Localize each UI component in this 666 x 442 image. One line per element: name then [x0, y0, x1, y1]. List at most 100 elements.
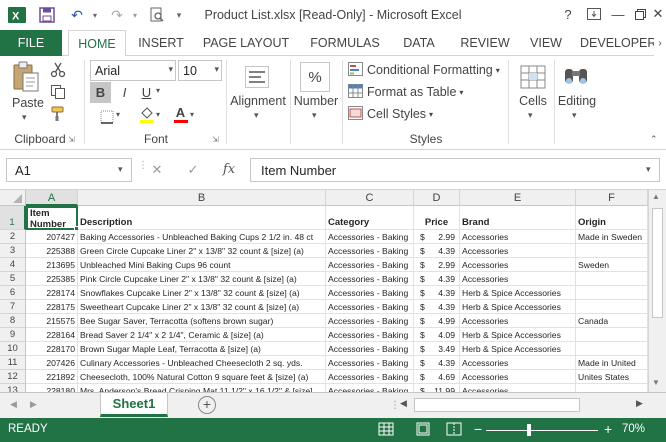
alignment-group-label[interactable]: Alignment — [228, 94, 288, 108]
cell-d1[interactable]: Price — [414, 206, 460, 230]
vertical-scroll-thumb[interactable] — [652, 208, 663, 318]
font-launcher-icon[interactable]: ⇲ — [212, 135, 219, 144]
help-button[interactable]: ? — [556, 4, 580, 24]
tab-formulas[interactable]: FORMULAS — [304, 30, 386, 56]
row-header[interactable]: 13 — [0, 384, 26, 392]
cell-e[interactable]: Accessories — [460, 230, 576, 244]
row-header[interactable]: 8 — [0, 314, 26, 328]
sheet-bar-grip-icon[interactable]: ⋮ — [390, 400, 400, 411]
cell-b[interactable]: Baking Accessories - Unbleached Baking C… — [78, 230, 326, 244]
cell-b[interactable]: Bee Sugar Saver, Terracotta (softens bro… — [78, 314, 326, 328]
cell-f[interactable] — [576, 342, 648, 356]
cell-f[interactable] — [576, 328, 648, 342]
cell-c[interactable]: Accessories - Baking — [326, 258, 414, 272]
cell-d[interactable]: $4.39 — [414, 300, 460, 314]
column-header-a[interactable]: A — [26, 190, 78, 206]
cell-e[interactable]: Accessories — [460, 370, 576, 384]
minimize-icon[interactable]: — — [606, 4, 630, 24]
cut-icon[interactable] — [48, 60, 68, 80]
row-header[interactable]: 10 — [0, 342, 26, 356]
cell-c[interactable]: Accessories - Baking — [326, 314, 414, 328]
row-header[interactable]: 5 — [0, 272, 26, 286]
cell-b[interactable]: Unbleached Mini Baking Cups 96 count — [78, 258, 326, 272]
number-dropdown-icon[interactable]: ▾ — [312, 110, 317, 121]
cell-f[interactable]: Sweden — [576, 258, 648, 272]
italic-button[interactable]: I — [114, 82, 135, 103]
cell-d[interactable]: $2.99 — [414, 230, 460, 244]
alignment-dropdown-icon[interactable]: ▾ — [254, 110, 259, 121]
cell-b[interactable]: Green Circle Cupcake Liner 2" x 13/8" 32… — [78, 244, 326, 258]
cell-e[interactable]: Herb & Spice Accessories — [460, 286, 576, 300]
cell-d[interactable]: $4.09 — [414, 328, 460, 342]
underline-button[interactable]: U — [136, 82, 157, 103]
cell-c[interactable]: Accessories - Baking — [326, 286, 414, 300]
tab-data[interactable]: DATA — [394, 30, 444, 56]
tab-home[interactable]: HOME — [68, 30, 126, 57]
hscroll-right-icon[interactable]: ▶ — [636, 398, 643, 409]
tab-scroll-right-icon[interactable]: › — [654, 30, 666, 56]
tab-file[interactable]: FILE — [0, 30, 62, 56]
row-header[interactable]: 7 — [0, 300, 26, 314]
cell-e[interactable]: Accessories — [460, 314, 576, 328]
zoom-slider-track[interactable] — [486, 430, 598, 431]
cell-a[interactable]: 228170 — [26, 342, 78, 356]
cell-b1[interactable]: Description — [78, 206, 326, 230]
column-header-c[interactable]: C — [326, 190, 414, 206]
font-color-button[interactable]: A — [170, 102, 191, 126]
new-sheet-button[interactable]: + — [198, 396, 216, 414]
cell-e[interactable]: Herb & Spice Accessories — [460, 328, 576, 342]
collapse-ribbon-icon[interactable]: ⌃ — [650, 134, 658, 145]
underline-dropdown-icon[interactable]: ▾ — [156, 86, 160, 95]
cell-b[interactable]: Sweetheart Cupcake Liner 2" x 13/8" 32 c… — [78, 300, 326, 314]
cell-c[interactable]: Accessories - Baking — [326, 342, 414, 356]
cell-f[interactable] — [576, 384, 648, 392]
number-format-icon[interactable]: % — [300, 62, 330, 92]
row-header[interactable]: 2 — [0, 230, 26, 244]
formula-input[interactable]: Item Number — [250, 158, 660, 182]
fill-color-dropdown-icon[interactable]: ▾ — [156, 110, 160, 119]
cell-f[interactable]: Made in Sweden — [576, 230, 648, 244]
insert-function-icon[interactable]: fx — [218, 162, 240, 180]
cell-e[interactable]: Herb & Spice Accessories — [460, 342, 576, 356]
clipboard-launcher-icon[interactable]: ⇲ — [68, 135, 75, 144]
cell-b[interactable]: Brown Sugar Maple Leaf, Terracotta & [si… — [78, 342, 326, 356]
cell-a[interactable]: 213695 — [26, 258, 78, 272]
cell-a[interactable]: 228180 — [26, 384, 78, 392]
cell-d[interactable]: $4.99 — [414, 314, 460, 328]
paste-icon[interactable] — [10, 60, 42, 94]
number-group-label[interactable]: Number — [292, 94, 340, 108]
cell-b[interactable]: Cheesecloth, 100% Natural Cotton 9 squar… — [78, 370, 326, 384]
cell-d[interactable]: $4.39 — [414, 356, 460, 370]
cell-c[interactable]: Accessories - Baking — [326, 370, 414, 384]
cell-d[interactable]: $4.69 — [414, 370, 460, 384]
cell-b[interactable]: Culinary Accessories - Unbleached Cheese… — [78, 356, 326, 370]
paste-dropdown-icon[interactable]: ▾ — [22, 112, 27, 123]
ribbon-display-options-icon[interactable] — [582, 4, 606, 24]
cell-f[interactable] — [576, 286, 648, 300]
paste-button[interactable]: Paste — [10, 96, 46, 110]
expand-formula-bar-icon[interactable]: ▾ — [646, 164, 651, 175]
cell-e[interactable]: Herb & Spice Accessories — [460, 300, 576, 314]
sheet-scroll-left-icon[interactable]: ◀ — [10, 399, 17, 410]
cell-f[interactable]: Made in United — [576, 356, 648, 370]
cell-e[interactable]: Accessories — [460, 384, 576, 392]
hscroll-left-icon[interactable]: ◀ — [400, 398, 407, 409]
row-header[interactable]: 4 — [0, 258, 26, 272]
cell-c[interactable]: Accessories - Baking — [326, 356, 414, 370]
copy-icon[interactable] — [48, 82, 68, 102]
cell-e[interactable]: Accessories — [460, 356, 576, 370]
cell-a[interactable]: 228164 — [26, 328, 78, 342]
worksheet-grid[interactable]: A B C D E F 1 Item Number Description Ca… — [0, 190, 648, 392]
cell-f1[interactable]: Origin — [576, 206, 648, 230]
editing-group-label[interactable]: Editing — [556, 94, 598, 108]
cell-e1[interactable]: Brand — [460, 206, 576, 230]
cell-f[interactable] — [576, 300, 648, 314]
cell-c[interactable]: Accessories - Baking — [326, 230, 414, 244]
tab-page-layout[interactable]: PAGE LAYOUT — [198, 30, 294, 56]
zoom-in-button[interactable]: + — [604, 421, 612, 437]
tab-view[interactable]: VIEW — [524, 30, 568, 56]
tab-insert[interactable]: INSERT — [132, 30, 190, 56]
font-size-dropdown-icon[interactable]: ▾ — [214, 64, 219, 75]
cell-f[interactable] — [576, 244, 648, 258]
cell-d[interactable]: $2.99 — [414, 258, 460, 272]
